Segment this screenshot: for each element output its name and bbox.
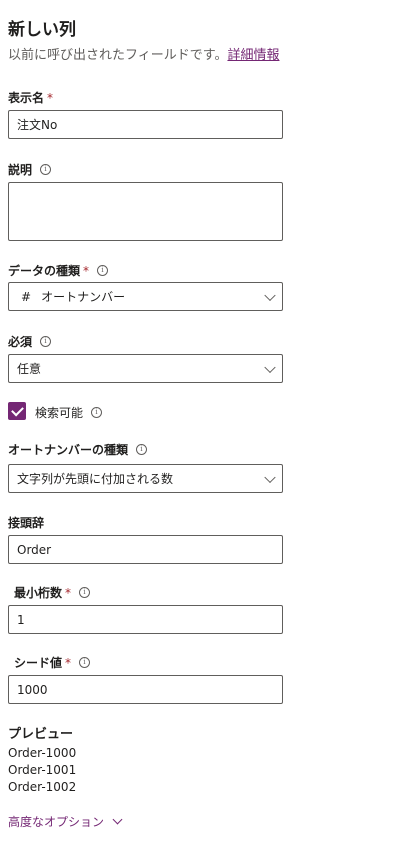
description-textarea[interactable] — [8, 182, 283, 241]
searchable-label-text: 検索可能 — [35, 406, 84, 420]
subtitle-text: 以前に呼び出されたフィールドです。 — [8, 48, 228, 63]
hash-icon: # — [21, 289, 32, 304]
display-name-input[interactable]: 注文No — [8, 110, 283, 139]
panel-title: 新しい列 — [8, 20, 76, 40]
required-mark: * — [65, 655, 72, 670]
autonumber-type-label-text: オートナンバーの種類 — [8, 443, 129, 457]
autonumber-type-select[interactable]: 文字列が先頭に付加される数 — [8, 464, 283, 493]
description-label-text: 説明 — [8, 163, 33, 177]
prefix-input[interactable]: Order — [8, 535, 283, 564]
min-digits-label: 最小桁数 * i — [14, 584, 91, 601]
chevron-down-icon — [264, 361, 276, 373]
data-type-label-text: データの種類 — [8, 264, 81, 278]
details-link[interactable]: 詳細情報 — [227, 48, 279, 63]
preview-line: Order-1000 — [8, 746, 77, 760]
data-type-label: データの種類 * i — [8, 262, 109, 279]
required-mark: * — [83, 263, 90, 278]
display-name-label-text: 表示名 — [8, 91, 45, 105]
required-mark: * — [65, 585, 72, 600]
min-digits-label-text: 最小桁数 — [14, 586, 63, 600]
required-label: 必須 i — [8, 333, 52, 350]
chevron-down-icon — [112, 814, 123, 825]
preview-heading: プレビュー — [8, 723, 73, 742]
prefix-label: 接頭辞 — [8, 514, 44, 531]
seed-label-text: シード値 — [14, 656, 63, 670]
chevron-down-icon — [264, 289, 276, 301]
seed-input[interactable]: 1000 — [8, 675, 283, 704]
info-icon[interactable]: i — [79, 587, 91, 598]
checkmark-icon — [10, 403, 24, 416]
min-digits-value: 1 — [17, 612, 25, 627]
chevron-down-icon — [264, 471, 276, 483]
seed-label: シード値 * i — [14, 654, 91, 671]
advanced-options-label: 高度なオプション — [8, 815, 105, 829]
required-select[interactable]: 任意 — [8, 354, 283, 383]
preview-line: Order-1002 — [8, 780, 77, 794]
autonumber-type-value: 文字列が先頭に付加される数 — [17, 472, 174, 486]
data-type-select[interactable]: # オートナンバー — [8, 282, 283, 311]
data-type-value: オートナンバー — [41, 290, 126, 304]
prefix-value: Order — [17, 542, 52, 557]
description-label: 説明 i — [8, 161, 52, 178]
prefix-label-text: 接頭辞 — [8, 516, 45, 530]
required-label-text: 必須 — [8, 335, 33, 349]
info-icon[interactable]: i — [40, 164, 52, 175]
searchable-checkbox[interactable] — [8, 402, 26, 420]
display-name-label: 表示名 * — [8, 89, 53, 106]
info-icon[interactable]: i — [97, 265, 109, 276]
min-digits-input[interactable]: 1 — [8, 605, 283, 634]
preview-heading-text: プレビュー — [8, 727, 74, 742]
info-icon[interactable]: i — [79, 657, 91, 668]
display-name-value: 注文No — [17, 118, 58, 132]
required-value: 任意 — [17, 362, 42, 376]
autonumber-type-label: オートナンバーの種類 i — [8, 441, 148, 458]
searchable-label: 検索可能 i — [35, 404, 103, 421]
preview-line: Order-1001 — [8, 763, 77, 777]
info-icon[interactable]: i — [91, 407, 103, 418]
panel-subtitle: 以前に呼び出されたフィールドです。詳細情報 — [8, 44, 279, 63]
info-icon[interactable]: i — [40, 336, 52, 347]
seed-value: 1000 — [17, 682, 48, 697]
info-icon[interactable]: i — [136, 444, 148, 455]
required-mark: * — [47, 90, 54, 105]
advanced-options-toggle[interactable]: 高度なオプション — [8, 813, 123, 830]
